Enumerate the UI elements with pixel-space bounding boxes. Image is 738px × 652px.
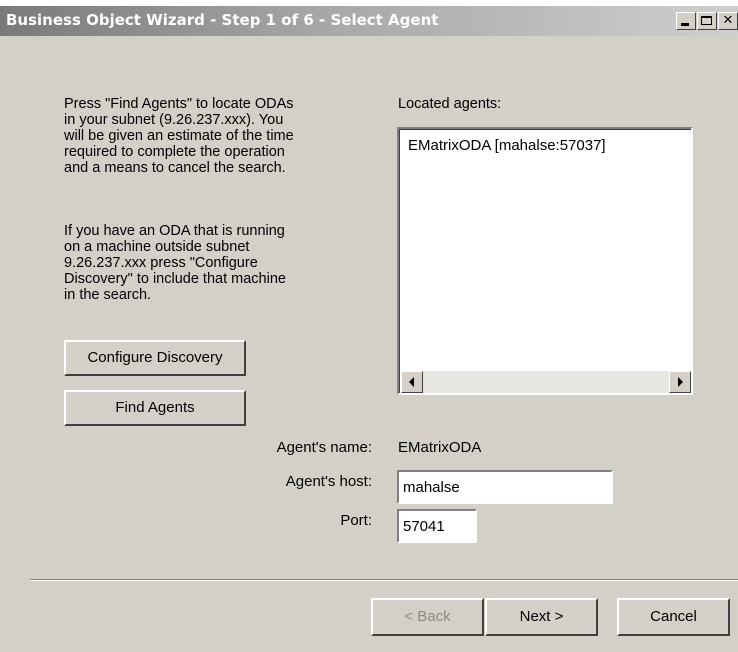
minimize-button[interactable] <box>676 12 696 30</box>
located-agents-list[interactable]: EMatrixODA [mahalse:57037] <box>397 127 693 395</box>
close-icon: ✕ <box>722 13 734 28</box>
agent-host-label: Agent's host: <box>285 473 372 490</box>
maximize-button[interactable] <box>697 12 717 30</box>
back-button[interactable]: < Back <box>371 598 484 636</box>
cancel-button[interactable]: Cancel <box>617 598 730 636</box>
agent-host-field[interactable] <box>397 470 613 504</box>
located-agents-label: Located agents: <box>398 96 502 112</box>
minimize-icon <box>681 23 689 26</box>
port-field[interactable] <box>397 509 477 543</box>
scroll-right-button[interactable] <box>669 371 691 393</box>
list-item[interactable]: EMatrixODA [mahalse:57037] <box>408 137 606 154</box>
arrow-right-icon <box>678 377 683 387</box>
scroll-left-button[interactable] <box>401 371 423 393</box>
horizontal-scrollbar[interactable] <box>401 371 691 393</box>
next-button[interactable]: Next > <box>485 598 598 636</box>
title-bar[interactable]: Business Object Wizard - Step 1 of 6 - S… <box>0 6 738 36</box>
arrow-left-icon <box>409 377 414 387</box>
agent-name-value: EMatrixODA <box>398 439 482 456</box>
window-title: Business Object Wizard - Step 1 of 6 - S… <box>6 11 439 29</box>
instructions-configure: If you have an ODA that is running on a … <box>64 223 286 303</box>
maximize-icon <box>701 16 712 25</box>
instructions-find: Press "Find Agents" to locate ODAs in yo… <box>64 96 294 176</box>
find-agents-button[interactable]: Find Agents <box>64 390 246 426</box>
agent-name-label: Agent's name: <box>276 439 372 456</box>
separator <box>30 579 738 581</box>
close-button[interactable]: ✕ <box>718 12 738 30</box>
configure-discovery-button[interactable]: Configure Discovery <box>64 340 246 376</box>
port-label: Port: <box>340 512 372 529</box>
